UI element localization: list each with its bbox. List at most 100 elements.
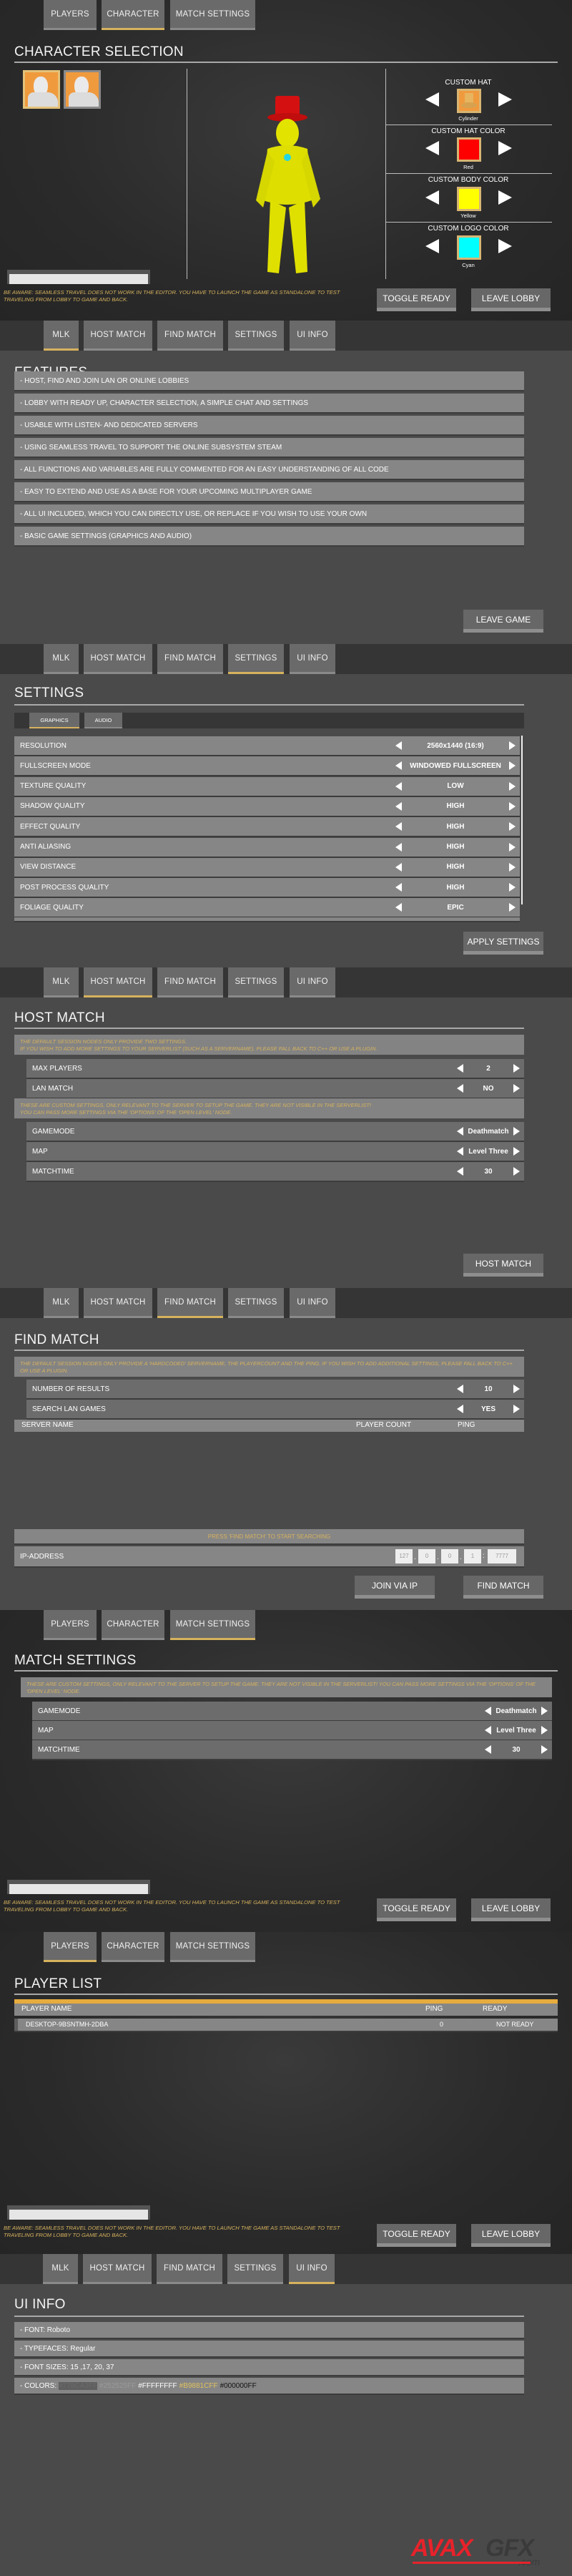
prev-arrow[interactable] bbox=[425, 190, 439, 205]
prev-arrow-icon[interactable] bbox=[395, 862, 402, 872]
server-list[interactable] bbox=[14, 1432, 524, 1525]
tab-match-settings[interactable]: MATCH SETTINGS bbox=[170, 1610, 255, 1640]
chat-input[interactable] bbox=[7, 270, 150, 284]
subtab-graphics[interactable]: GRAPHICS bbox=[29, 713, 79, 728]
prev-arrow-icon[interactable] bbox=[457, 1084, 463, 1093]
tab-players[interactable]: PLAYERS bbox=[44, 0, 97, 30]
tab-character[interactable]: CHARACTER bbox=[102, 1932, 164, 1962]
tab-host-match[interactable]: HOST MATCH bbox=[84, 1288, 152, 1318]
prev-arrow-icon[interactable] bbox=[457, 1405, 463, 1413]
hat-swatch[interactable] bbox=[457, 89, 481, 113]
leave-lobby-button[interactable]: LEAVE LOBBY bbox=[471, 2224, 551, 2247]
tab-host-match[interactable]: HOST MATCH bbox=[84, 644, 152, 674]
tab-settings[interactable]: SETTINGS bbox=[228, 967, 284, 997]
next-arrow-icon[interactable] bbox=[509, 761, 516, 771]
next-arrow-icon[interactable] bbox=[541, 1726, 548, 1735]
tab-players[interactable]: PLAYERS bbox=[44, 1932, 97, 1962]
apply-settings-button[interactable]: APPLY SETTINGS bbox=[463, 932, 543, 955]
chat-field[interactable] bbox=[9, 274, 148, 284]
prev-arrow-icon[interactable] bbox=[395, 761, 402, 771]
prev-arrow-icon[interactable] bbox=[457, 1167, 463, 1176]
next-arrow-icon[interactable] bbox=[541, 1745, 548, 1754]
tab-settings[interactable]: SETTINGS bbox=[228, 1288, 284, 1318]
prev-arrow-icon[interactable] bbox=[395, 842, 402, 852]
next-arrow-icon[interactable] bbox=[513, 1064, 520, 1073]
tab-find-match[interactable]: FIND MATCH bbox=[157, 644, 223, 674]
prev-arrow-icon[interactable] bbox=[395, 801, 402, 811]
leave-game-button[interactable]: LEAVE GAME bbox=[463, 610, 543, 633]
character-thumb[interactable] bbox=[64, 70, 101, 109]
ip-octet-3[interactable] bbox=[441, 1549, 458, 1563]
tab-host-match[interactable]: HOST MATCH bbox=[84, 967, 152, 997]
tab-ui-info[interactable]: UI INFO bbox=[290, 1288, 335, 1318]
next-arrow-icon[interactable] bbox=[513, 1167, 520, 1176]
tab-find-match[interactable]: FIND MATCH bbox=[157, 2254, 222, 2284]
tab-players[interactable]: PLAYERS bbox=[44, 1610, 97, 1640]
tab-mlk[interactable]: MLK bbox=[44, 967, 79, 997]
host-match-button[interactable]: HOST MATCH bbox=[463, 1254, 543, 1277]
player-row[interactable]: DESKTOP-9BSNTMH-2DBA 0 NOT READY bbox=[14, 2019, 558, 2031]
next-arrow[interactable] bbox=[498, 141, 512, 155]
tab-ui-info[interactable]: UI INFO bbox=[290, 321, 335, 351]
tab-mlk[interactable]: MLK bbox=[44, 1288, 79, 1318]
next-arrow-icon[interactable] bbox=[513, 1127, 520, 1136]
next-arrow-icon[interactable] bbox=[509, 842, 516, 852]
ip-octet-2[interactable] bbox=[418, 1549, 435, 1563]
chat-field[interactable] bbox=[9, 1884, 148, 1894]
prev-arrow-icon[interactable] bbox=[457, 1064, 463, 1073]
prev-arrow-icon[interactable] bbox=[395, 741, 402, 750]
tab-mlk[interactable]: MLK bbox=[44, 644, 79, 674]
tab-ui-info[interactable]: UI INFO bbox=[290, 644, 335, 674]
character-preview[interactable] bbox=[236, 93, 336, 279]
tab-settings[interactable]: SETTINGS bbox=[228, 321, 284, 351]
prev-arrow-icon[interactable] bbox=[457, 1127, 463, 1136]
find-match-button[interactable]: FIND MATCH bbox=[463, 1576, 543, 1599]
next-arrow-icon[interactable] bbox=[509, 903, 516, 912]
prev-arrow-icon[interactable] bbox=[395, 903, 402, 912]
subtab-audio[interactable]: AUDIO bbox=[84, 713, 122, 728]
ip-octet-4[interactable] bbox=[464, 1549, 481, 1563]
chat-field[interactable] bbox=[9, 2210, 148, 2220]
next-arrow-icon[interactable] bbox=[513, 1084, 520, 1093]
prev-arrow-icon[interactable] bbox=[485, 1745, 491, 1754]
next-arrow-icon[interactable] bbox=[509, 862, 516, 872]
prev-arrow[interactable] bbox=[425, 141, 439, 155]
next-arrow-icon[interactable] bbox=[541, 1707, 548, 1715]
tab-match-settings[interactable]: MATCH SETTINGS bbox=[170, 0, 255, 30]
chat-input[interactable] bbox=[7, 1880, 150, 1894]
tab-ui-info[interactable]: UI INFO bbox=[290, 967, 335, 997]
next-arrow[interactable] bbox=[498, 190, 512, 205]
next-arrow-icon[interactable] bbox=[509, 781, 516, 791]
next-arrow[interactable] bbox=[498, 239, 512, 253]
next-arrow-icon[interactable] bbox=[513, 1147, 520, 1156]
port-field[interactable] bbox=[488, 1549, 516, 1563]
toggle-ready-button[interactable]: TOGGLE READY bbox=[377, 2224, 456, 2247]
prev-arrow-icon[interactable] bbox=[485, 1726, 491, 1735]
next-arrow-icon[interactable] bbox=[513, 1385, 520, 1393]
next-arrow-icon[interactable] bbox=[509, 883, 516, 892]
next-arrow-icon[interactable] bbox=[509, 801, 516, 811]
scrollbar[interactable] bbox=[521, 736, 523, 904]
prev-arrow-icon[interactable] bbox=[457, 1147, 463, 1156]
prev-arrow-icon[interactable] bbox=[457, 1385, 463, 1393]
tab-host-match[interactable]: HOST MATCH bbox=[83, 2254, 152, 2284]
tab-match-settings[interactable]: MATCH SETTINGS bbox=[170, 1932, 255, 1962]
prev-arrow[interactable] bbox=[425, 92, 439, 107]
prev-arrow-icon[interactable] bbox=[395, 822, 402, 831]
toggle-ready-button[interactable]: TOGGLE READY bbox=[377, 288, 456, 311]
prev-arrow-icon[interactable] bbox=[395, 781, 402, 791]
ip-octet-1[interactable] bbox=[395, 1549, 413, 1563]
chat-input[interactable] bbox=[7, 2205, 150, 2220]
tab-character[interactable]: CHARACTER bbox=[102, 1610, 164, 1640]
logo-color-swatch[interactable] bbox=[457, 235, 481, 260]
prev-arrow-icon[interactable] bbox=[485, 1707, 491, 1715]
hat-color-swatch[interactable] bbox=[457, 137, 481, 162]
tab-find-match[interactable]: FIND MATCH bbox=[157, 321, 223, 351]
leave-lobby-button[interactable]: LEAVE LOBBY bbox=[471, 288, 551, 311]
next-arrow-icon[interactable] bbox=[509, 741, 516, 750]
tab-settings[interactable]: SETTINGS bbox=[228, 644, 284, 674]
tab-mlk[interactable]: MLK bbox=[43, 2254, 78, 2284]
tab-settings[interactable]: SETTINGS bbox=[227, 2254, 283, 2284]
tab-character[interactable]: CHARACTER bbox=[102, 0, 164, 30]
next-arrow[interactable] bbox=[498, 92, 512, 107]
